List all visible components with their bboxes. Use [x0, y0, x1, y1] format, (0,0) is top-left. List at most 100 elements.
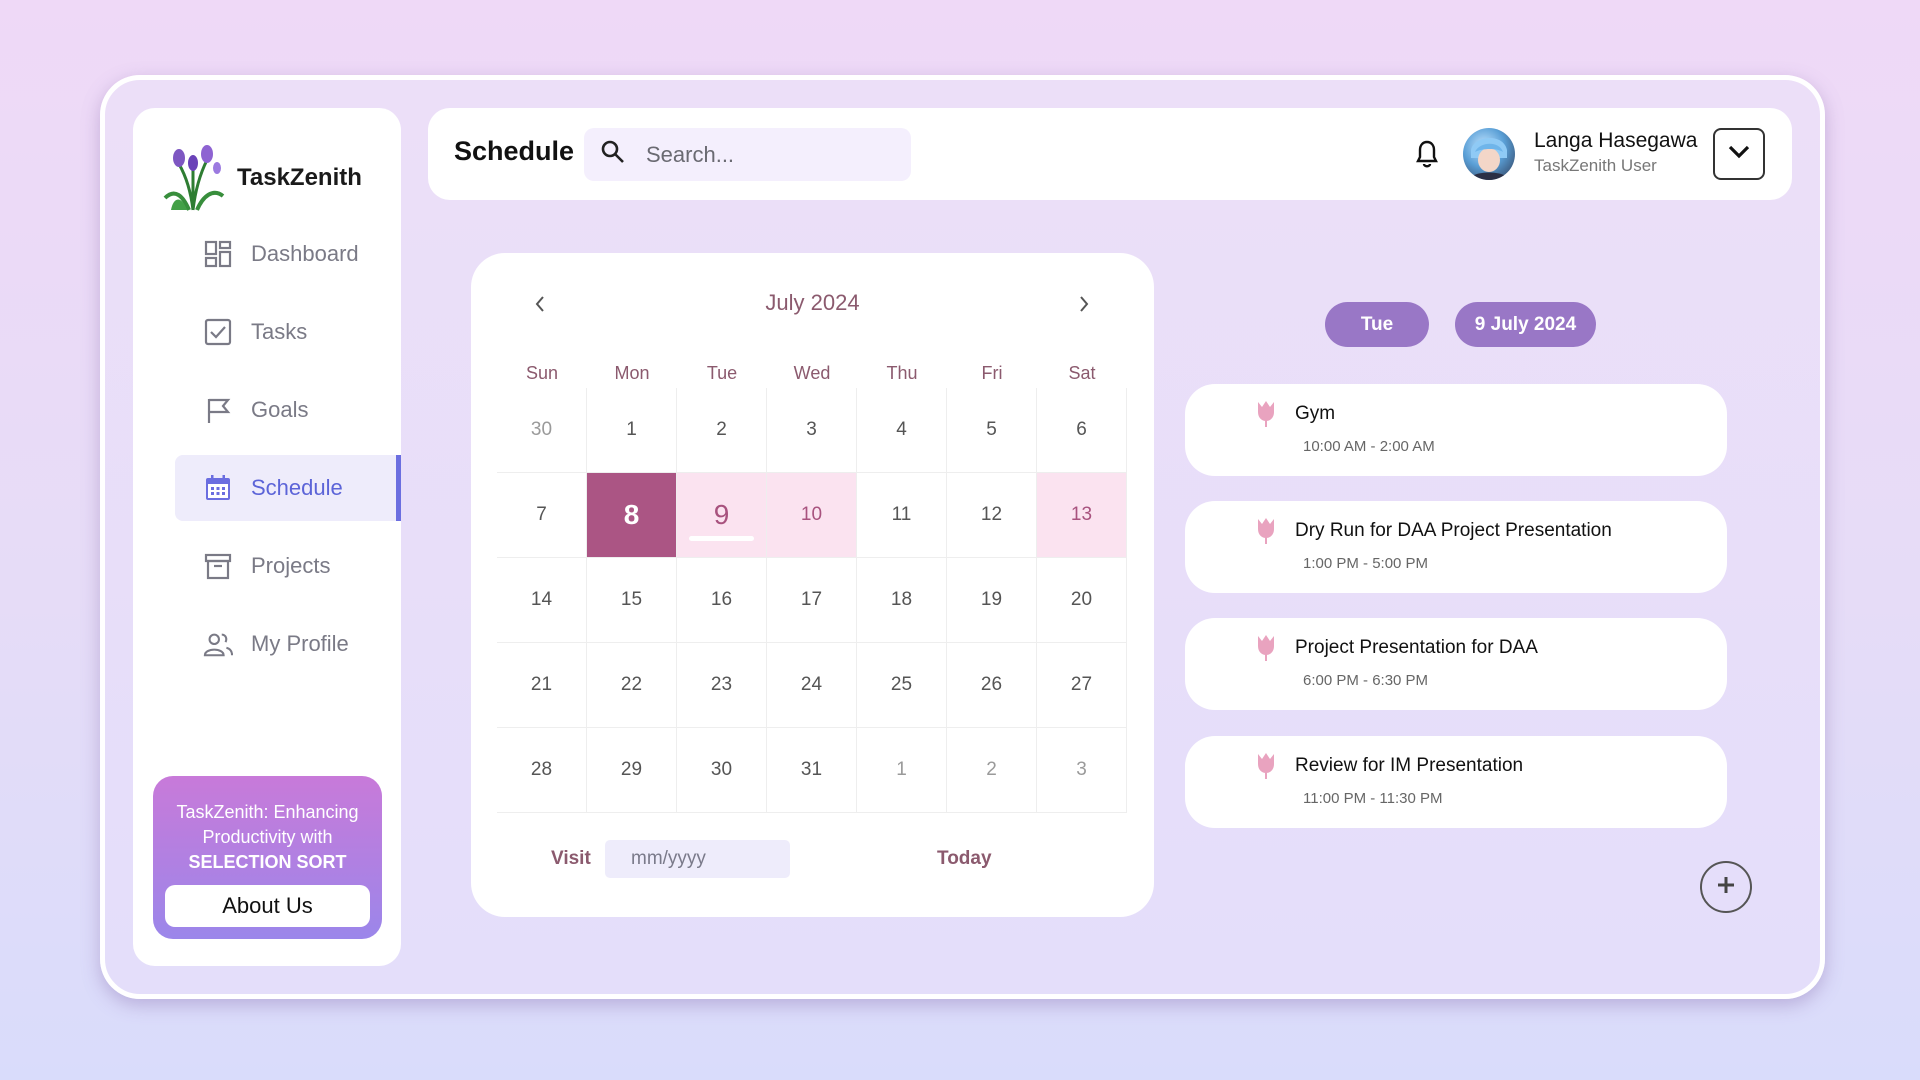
event-time: 10:00 AM - 2:00 AM: [1303, 438, 1435, 455]
calendar-day-cell[interactable]: 19: [947, 558, 1037, 643]
archive-icon: [203, 551, 233, 581]
calendar-day-cell[interactable]: 2: [677, 388, 767, 473]
top-header: Schedule Langa Hasegawa TaskZenith User: [428, 108, 1792, 200]
day-name-badge: Tue: [1325, 302, 1429, 347]
promo-text-line: Productivity with: [202, 827, 333, 847]
checkbox-icon: [203, 317, 233, 347]
next-month-button[interactable]: [1069, 291, 1099, 321]
sidebar-item-schedule[interactable]: Schedule: [175, 455, 401, 521]
chevron-down-icon: [1727, 144, 1751, 165]
user-name: Langa Hasegawa: [1534, 129, 1698, 152]
calendar-day-cell[interactable]: 29: [587, 728, 677, 813]
calendar-day-cell[interactable]: 15: [587, 558, 677, 643]
calendar-day-cell[interactable]: 4: [857, 388, 947, 473]
event-card[interactable]: Gym 10:00 AM - 2:00 AM: [1185, 384, 1727, 476]
calendar-day-cell[interactable]: 24: [767, 643, 857, 728]
sidebar-item-label: Goals: [251, 397, 309, 422]
sidebar-item-label: Projects: [251, 553, 331, 578]
app-logo[interactable]: TaskZenith: [157, 138, 362, 217]
promo-highlight: SELECTION SORT: [188, 852, 347, 872]
search-bar[interactable]: [584, 128, 911, 181]
calendar-day-cell[interactable]: 7: [497, 473, 587, 558]
tulip-icon: [1255, 634, 1277, 667]
promo-card: TaskZenith: Enhancing Productivity with …: [153, 776, 382, 939]
visit-month-input[interactable]: [605, 840, 790, 878]
calendar-day-cell[interactable]: 17: [767, 558, 857, 643]
sidebar-item-goals[interactable]: Goals: [175, 377, 401, 443]
weekday-header: Wed: [793, 363, 831, 383]
calendar-month-label: July 2024: [765, 290, 860, 315]
today-button[interactable]: Today: [937, 848, 992, 870]
event-card[interactable]: Dry Run for DAA Project Presentation 1:0…: [1185, 501, 1727, 593]
calendar-day-cell[interactable]: 28: [497, 728, 587, 813]
calendar-day-cell[interactable]: 3: [1037, 728, 1127, 813]
search-icon: [600, 139, 626, 170]
calendar-day-cell[interactable]: 27: [1037, 643, 1127, 728]
calendar-day-cell[interactable]: 1: [587, 388, 677, 473]
tulip-icon: [1255, 752, 1277, 785]
chevron-left-icon: [534, 295, 546, 318]
weekday-header: Fri: [981, 363, 1003, 383]
users-icon: [203, 629, 233, 659]
chevron-right-icon: [1078, 295, 1090, 318]
calendar-day-cell[interactable]: 12: [947, 473, 1037, 558]
calendar-day-cell[interactable]: 25: [857, 643, 947, 728]
calendar-day-cell[interactable]: 18: [857, 558, 947, 643]
flag-icon: [203, 395, 233, 425]
event-time: 11:00 PM - 11:30 PM: [1303, 790, 1443, 807]
user-menu-button[interactable]: [1713, 128, 1765, 180]
page-title: Schedule: [454, 136, 575, 166]
weekday-header: Mon: [614, 363, 650, 383]
calendar-day-cell[interactable]: 1: [857, 728, 947, 813]
calendar-day-cell[interactable]: 20: [1037, 558, 1127, 643]
weekday-header: Tue: [706, 363, 738, 383]
bell-icon[interactable]: [1414, 139, 1440, 174]
promo-text-line: TaskZenith: Enhancing: [176, 802, 359, 822]
previous-month-button[interactable]: [525, 291, 555, 321]
sidebar-item-dashboard[interactable]: Dashboard: [175, 221, 401, 287]
user-role: TaskZenith User: [1534, 156, 1657, 175]
sidebar-item-tasks[interactable]: Tasks: [175, 299, 401, 365]
weekday-header: Sun: [525, 363, 559, 383]
sidebar-item-label: My Profile: [251, 631, 349, 656]
search-input[interactable]: [646, 141, 886, 168]
event-time: 1:00 PM - 5:00 PM: [1303, 555, 1429, 572]
calendar-day-cell[interactable]: 22: [587, 643, 677, 728]
calendar-day-cell[interactable]: 8: [587, 473, 677, 558]
calendar-day-cell[interactable]: 13: [1037, 473, 1127, 558]
app-name: TaskZenith: [237, 163, 362, 191]
calendar-day-cell[interactable]: 14: [497, 558, 587, 643]
calendar-day-cell[interactable]: 30: [497, 388, 587, 473]
calendar-day-cell[interactable]: 11: [857, 473, 947, 558]
calendar-day-cell[interactable]: 10: [767, 473, 857, 558]
sidebar: TaskZenith Dashboard Tasks Goals Schedul…: [133, 108, 401, 966]
sidebar-item-label: Tasks: [251, 319, 308, 344]
event-card[interactable]: Review for IM Presentation 11:00 PM - 11…: [1185, 736, 1727, 828]
about-us-button[interactable]: About Us: [165, 885, 370, 927]
avatar[interactable]: [1463, 128, 1515, 180]
sidebar-item-projects[interactable]: Projects: [175, 533, 401, 599]
calendar-widget: July 2024 Sun Mon Tue Wed Thu Fri Sat 30 1 2 3 4 5 6…: [471, 253, 1154, 917]
calendar-day-cell[interactable]: 21: [497, 643, 587, 728]
event-time: 6:00 PM - 6:30 PM: [1303, 672, 1429, 689]
weekday-header: Sat: [1068, 363, 1096, 383]
calendar-day-cell[interactable]: 31: [767, 728, 857, 813]
event-title: Gym: [1295, 403, 1336, 424]
sidebar-item-label: Schedule: [251, 475, 343, 500]
calendar-day-cell[interactable]: 26: [947, 643, 1037, 728]
calendar-day-cell[interactable]: 9: [677, 473, 767, 558]
calendar-day-cell[interactable]: 23: [677, 643, 767, 728]
calendar-day-cell[interactable]: 30: [677, 728, 767, 813]
calendar-day-cell[interactable]: 3: [767, 388, 857, 473]
calendar-day-cell[interactable]: 16: [677, 558, 767, 643]
tulip-logo-icon: [157, 138, 229, 217]
event-card[interactable]: Project Presentation for DAA 6:00 PM - 6…: [1185, 618, 1727, 710]
add-event-button[interactable]: [1700, 861, 1752, 913]
calendar-day-cell[interactable]: 5: [947, 388, 1037, 473]
sidebar-item-my-profile[interactable]: My Profile: [175, 611, 401, 677]
visit-label: Visit: [551, 848, 591, 869]
calendar-day-cell[interactable]: 6: [1037, 388, 1127, 473]
calendar-day-cell[interactable]: 2: [947, 728, 1037, 813]
selected-date-badge: 9 July 2024: [1455, 302, 1596, 347]
tulip-icon: [1255, 400, 1277, 433]
